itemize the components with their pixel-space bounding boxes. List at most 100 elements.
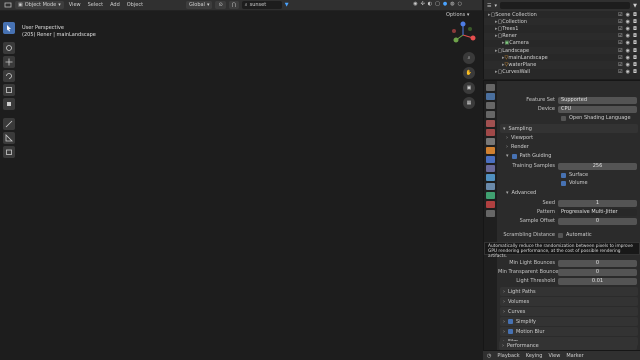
simplify-panel[interactable]: › Simplify xyxy=(500,317,638,326)
xray-icon[interactable]: ▢ xyxy=(435,1,440,7)
checkbox-icon[interactable]: ☑ xyxy=(618,69,622,75)
menu-object[interactable]: Object xyxy=(125,2,145,8)
transform-tool[interactable] xyxy=(3,98,15,110)
menu-view[interactable]: View xyxy=(67,2,83,8)
move-tool[interactable] xyxy=(3,56,15,68)
outliner-row[interactable]: ▸ ▢ Collection ☑ ◉ ◘ xyxy=(484,18,640,26)
3d-viewport[interactable] xyxy=(0,11,482,360)
zoom-icon[interactable]: ⌕ xyxy=(463,52,475,64)
curves-panel[interactable]: › Curves xyxy=(500,307,638,316)
measure-tool[interactable] xyxy=(3,132,15,144)
transform-orientation[interactable]: Global ▾ xyxy=(186,1,213,9)
timeline-marker[interactable]: Marker xyxy=(566,353,583,359)
select-box-tool[interactable] xyxy=(3,22,15,34)
seed-field[interactable]: 1 xyxy=(558,199,637,207)
checkbox-icon[interactable]: ☑ xyxy=(618,12,622,18)
checkbox-icon[interactable]: ☑ xyxy=(618,48,622,54)
surface-row[interactable]: Surface xyxy=(498,171,640,179)
material-shading-icon[interactable]: ◍ xyxy=(450,1,454,7)
performance-panel[interactable]: › Performance xyxy=(499,341,637,350)
outliner-row[interactable]: ▸ ▣ Camera ☑ ◉ ◘ xyxy=(484,40,640,47)
outliner-row[interactable]: ▸ ▢ Landscape ☑ ◉ ◘ xyxy=(484,46,640,55)
outliner-search-input[interactable] xyxy=(500,2,631,9)
eye-icon[interactable]: ◉ xyxy=(626,12,630,18)
render-tab-icon[interactable] xyxy=(486,93,495,100)
camera-view-icon[interactable]: ▣ xyxy=(463,82,475,94)
particles-tab-icon[interactable] xyxy=(486,165,495,172)
outliner-type-icon[interactable]: ☰ xyxy=(487,3,491,9)
cursor-tool[interactable] xyxy=(3,42,15,54)
solid-shading-icon[interactable]: ● xyxy=(443,1,447,7)
annotate-tool[interactable] xyxy=(3,118,15,130)
camera-render-icon[interactable]: ◘ xyxy=(633,62,637,68)
viewport-subpanel[interactable]: › Viewport xyxy=(498,134,640,142)
scale-tool[interactable] xyxy=(3,84,15,96)
motion-blur-panel[interactable]: › Motion Blur xyxy=(500,327,638,336)
camera-render-icon[interactable]: ◘ xyxy=(633,12,637,18)
options-dropdown[interactable]: Options ▾ xyxy=(446,12,480,20)
physics-tab-icon[interactable] xyxy=(486,174,495,181)
checkbox-icon[interactable]: ☑ xyxy=(618,55,622,61)
mode-selector[interactable]: ▣ Object Mode ▾ xyxy=(15,1,64,9)
scrambling-checkbox[interactable] xyxy=(558,232,563,238)
eye-icon[interactable]: ◉ xyxy=(626,48,630,54)
pattern-dropdown[interactable]: Progressive Multi-Jitter xyxy=(558,208,637,216)
world-tab-icon[interactable] xyxy=(486,129,495,136)
device-dropdown[interactable]: CPU xyxy=(558,105,637,113)
visibility-icon[interactable]: ◉ xyxy=(413,1,417,7)
sampling-panel-header[interactable]: ▾ Sampling xyxy=(500,124,638,133)
outliner-display-icon[interactable]: ▾ xyxy=(494,3,497,9)
timeline-keying[interactable]: Keying xyxy=(526,353,543,359)
tool-tab-icon[interactable] xyxy=(486,84,495,91)
advanced-subpanel[interactable]: ▾ Advanced xyxy=(498,189,640,197)
feature-set-dropdown[interactable]: Supported xyxy=(558,96,637,104)
menu-select[interactable]: Select xyxy=(86,2,105,8)
eye-icon[interactable]: ◉ xyxy=(626,62,630,68)
timeline-editor-icon[interactable]: ◷ xyxy=(487,353,491,359)
gizmo-toggle-icon[interactable]: ✣ xyxy=(421,1,425,7)
camera-render-icon[interactable]: ◘ xyxy=(633,55,637,61)
snap-toggle[interactable]: ⋂ xyxy=(228,1,239,9)
scrambling-value[interactable]: Automatic xyxy=(566,232,592,238)
min-light-bounces-field[interactable]: 0 xyxy=(558,259,637,267)
checkbox-icon[interactable]: ☑ xyxy=(618,62,622,68)
timeline-playback[interactable]: Playback xyxy=(497,353,519,359)
light-threshold-field[interactable]: 0.01 xyxy=(558,277,637,285)
path-guiding-checkbox[interactable] xyxy=(511,153,517,159)
timeline-view[interactable]: View xyxy=(548,353,560,359)
sample-offset-field[interactable]: 0 xyxy=(558,217,637,225)
modifier-tab-icon[interactable] xyxy=(486,156,495,163)
min-transparent-field[interactable]: 0 xyxy=(558,268,637,276)
camera-render-icon[interactable]: ◘ xyxy=(633,40,637,46)
volumes-panel[interactable]: › Volumes xyxy=(500,297,638,306)
camera-render-icon[interactable]: ◘ xyxy=(633,69,637,75)
eye-icon[interactable]: ◉ xyxy=(626,33,630,39)
constraints-tab-icon[interactable] xyxy=(486,183,495,190)
volume-row[interactable]: Volume xyxy=(498,179,640,187)
data-tab-icon[interactable] xyxy=(486,192,495,199)
eye-icon[interactable]: ◉ xyxy=(626,55,630,61)
outliner-row[interactable]: ▸ ▽ mainLandscape ☑ ◉ ◘ xyxy=(484,54,640,61)
view-layer-tab-icon[interactable] xyxy=(486,111,495,118)
material-tab-icon[interactable] xyxy=(486,201,495,208)
checkbox-icon[interactable]: ☑ xyxy=(618,19,622,25)
navigation-gizmo[interactable] xyxy=(448,20,478,50)
render-subpanel[interactable]: › Render xyxy=(498,143,640,151)
pivot-selector[interactable]: ⊙ xyxy=(215,1,226,9)
path-guiding-subpanel[interactable]: ▾ Path Guiding xyxy=(498,152,640,160)
collection-tab-icon[interactable] xyxy=(486,138,495,145)
outliner-row[interactable]: ▸ ▢ Scene Collection ☑ ◉ ◘ xyxy=(484,11,640,18)
filter-icon[interactable]: ▼ xyxy=(285,2,289,8)
texture-tab-icon[interactable] xyxy=(486,210,495,217)
camera-render-icon[interactable]: ◘ xyxy=(633,33,637,39)
eye-icon[interactable]: ◉ xyxy=(626,19,630,25)
camera-render-icon[interactable]: ◘ xyxy=(633,26,637,32)
checkbox-icon[interactable]: ☑ xyxy=(618,26,622,32)
filter-icon[interactable]: ▼ xyxy=(633,3,637,9)
output-tab-icon[interactable] xyxy=(486,102,495,109)
outliner-row[interactable]: ▸ ▢ Rener ☑ ◉ ◘ xyxy=(484,32,640,40)
search-field[interactable]: ⌕ sunset xyxy=(241,1,282,9)
surface-checkbox[interactable] xyxy=(561,172,566,178)
rotate-tool[interactable] xyxy=(3,70,15,82)
camera-render-icon[interactable]: ◘ xyxy=(633,19,637,25)
